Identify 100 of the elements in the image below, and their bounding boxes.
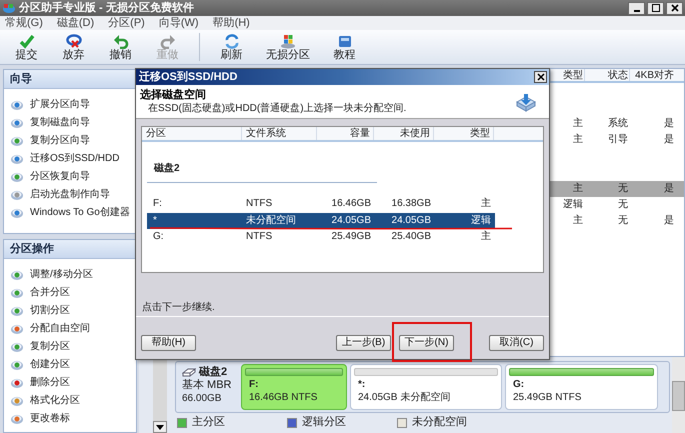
list-cell: NTFS: [246, 199, 272, 210]
disk-icon: [10, 305, 24, 317]
column-header[interactable]: 状态: [584, 69, 629, 81]
sidebar-item[interactable]: 创建分区: [30, 360, 70, 370]
list-cell: 25.49GB: [332, 232, 371, 242]
disk-icon: [10, 395, 24, 407]
menu-item[interactable]: 常规(G): [5, 18, 43, 28]
column-header[interactable]: 文件系统: [242, 127, 317, 140]
disk-name: 磁盘2: [199, 366, 228, 378]
disk-icon: [10, 413, 24, 425]
disk-icon: [10, 287, 24, 299]
toolbar-button[interactable]: 教程: [321, 30, 368, 64]
maximize-button[interactable]: [647, 2, 664, 14]
toolbar-button[interactable]: 放弃: [50, 30, 97, 64]
table-cell: 是: [664, 184, 674, 194]
toolbar-button[interactable]: 提交: [3, 30, 50, 64]
table-cell: 主: [573, 216, 583, 226]
list-row[interactable]: G: NTFS 25.49GB 25.40GB 主: [147, 229, 495, 246]
step-button[interactable]: 下一步(N): [399, 335, 454, 351]
disk-icon: [10, 323, 24, 335]
scrollbar[interactable]: [153, 357, 167, 433]
partition-label: *:: [357, 379, 366, 391]
help-button[interactable]: 帮助(H): [141, 335, 196, 351]
sidebar-item[interactable]: 分配自由空间: [30, 324, 90, 334]
column-header[interactable]: 类型: [434, 127, 494, 140]
disk-icon: [10, 117, 24, 129]
disk-icon: [10, 171, 24, 183]
list-cell: 24.05GB: [332, 216, 371, 226]
list-cell: 25.40GB: [392, 232, 431, 242]
scroll-thumb[interactable]: [672, 381, 685, 411]
toolbar-button[interactable]: 无损分区: [255, 30, 321, 64]
sidebar-item[interactable]: 启动光盘制作向导: [30, 190, 110, 200]
sidebar-item[interactable]: 切割分区: [30, 306, 70, 316]
column-header[interactable]: 分区: [142, 127, 242, 140]
menu-item[interactable]: 帮助(H): [212, 18, 250, 28]
sidebar-item[interactable]: 更改卷标: [30, 414, 70, 424]
column-header[interactable]: 未使用: [374, 127, 434, 140]
cancel-button[interactable]: 取消(C): [489, 335, 544, 351]
table-cell: 无: [618, 216, 628, 226]
disk-icon: [10, 99, 24, 111]
sidebar-item[interactable]: 合并分区: [30, 288, 70, 298]
table-cell: 是: [664, 119, 674, 129]
squares-disk-icon: [280, 32, 296, 48]
table-cell: 引导: [608, 135, 628, 145]
list-cell: 16.46GB: [332, 199, 371, 210]
undo-icon: [112, 32, 128, 48]
menu-item[interactable]: 分区(P): [108, 18, 145, 28]
list-cell: 主: [481, 232, 491, 242]
table-cell: 主: [573, 184, 583, 194]
window-title: 分区助手专业版 - 无损分区免费软件: [19, 2, 194, 14]
disk-icon: [10, 269, 24, 281]
close-icon: [670, 4, 678, 12]
legend-label: 逻辑分区: [302, 417, 346, 428]
check-icon: [18, 32, 34, 48]
scrollbar[interactable]: [672, 357, 685, 433]
step-button[interactable]: 上一步(B): [336, 335, 391, 351]
column-header[interactable]: 容量: [317, 127, 374, 140]
disk-icon: [10, 377, 24, 389]
disk-icon: [10, 207, 24, 219]
partition-detail: 16.46GB NTFS: [248, 391, 318, 404]
column-header[interactable]: 4KB对齐: [629, 69, 675, 81]
list-cell: 24.05GB: [392, 216, 431, 226]
list-cell: *: [153, 216, 157, 226]
sidebar-item[interactable]: Windows To Go创建器: [30, 208, 130, 218]
app-logo-icon: [2, 2, 16, 14]
partition-block[interactable]: F: 16.46GB NTFS: [241, 364, 347, 410]
minimize-button[interactable]: [628, 2, 645, 14]
dialog-title: 迁移OS到SSD/HDD: [139, 72, 238, 82]
table-cell: 系统: [608, 119, 628, 129]
sidebar-item[interactable]: 复制磁盘向导: [30, 118, 90, 128]
disk-icon: [10, 359, 24, 371]
menu-item[interactable]: 向导(W): [158, 18, 199, 28]
minimize-icon: [634, 10, 640, 12]
sidebar-item[interactable]: 扩展分区向导: [30, 100, 90, 110]
redo-icon: [160, 32, 176, 48]
menu-item[interactable]: 磁盘(D): [56, 18, 94, 28]
scroll-down-button[interactable]: [153, 421, 167, 433]
maximize-icon: [652, 4, 660, 12]
sidebar-item[interactable]: 复制分区向导: [30, 136, 90, 146]
disk-icon: [10, 341, 24, 353]
sidebar-item[interactable]: 格式化分区: [30, 396, 80, 406]
toolbar-button[interactable]: 撤销: [97, 30, 144, 64]
table-cell: 无: [618, 200, 628, 210]
sidebar-item[interactable]: 删除分区: [30, 378, 70, 388]
partition-block[interactable]: *: 24.05GB 未分配空间: [350, 364, 502, 410]
list-row[interactable]: * 未分配空间 24.05GB 24.05GB 逻辑: [147, 212, 495, 229]
sidebar-item[interactable]: 迁移OS到SSD/HDD: [30, 154, 120, 164]
sidebar-item[interactable]: 分区恢复向导: [30, 172, 90, 182]
list-cell: 未分配空间: [246, 216, 296, 226]
list-cell: 16.38GB: [392, 199, 431, 210]
panel-title: 分区操作: [10, 244, 54, 254]
toolbar-button[interactable]: 刷新: [208, 30, 255, 64]
disk-icon: [10, 153, 24, 165]
sidebar-item[interactable]: 调整/移动分区: [30, 270, 93, 280]
partition-block[interactable]: G: 25.49GB NTFS: [505, 364, 658, 410]
sidebar-item[interactable]: 复制分区: [30, 342, 70, 352]
close-button[interactable]: [534, 71, 547, 83]
list-cell: 主: [481, 199, 491, 210]
close-button[interactable]: [666, 2, 683, 14]
list-row[interactable]: F: NTFS 16.46GB 16.38GB 主: [147, 196, 495, 212]
